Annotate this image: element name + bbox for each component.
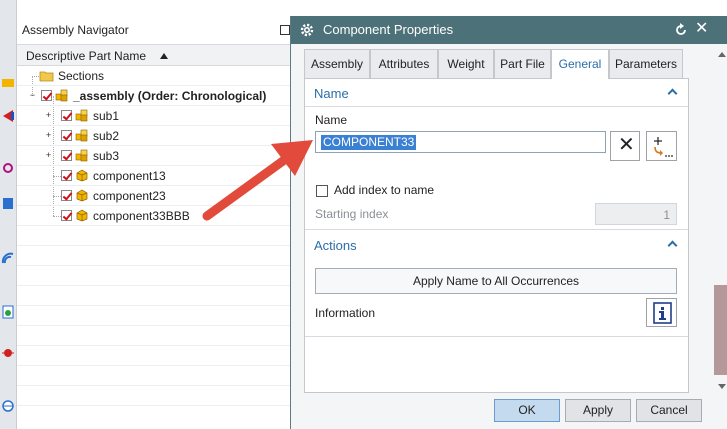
collapse-section-icon[interactable] bbox=[667, 240, 678, 251]
name-input-value: COMPONENT33 bbox=[321, 135, 417, 150]
subassembly-icon bbox=[75, 149, 88, 162]
red-triangle-tool-icon[interactable] bbox=[1, 108, 15, 124]
bug-tool-icon[interactable] bbox=[1, 345, 15, 361]
component-properties-dialog: Component Properties ✕ Assembly Attribut… bbox=[290, 16, 727, 429]
left-toolbar-strip bbox=[0, 0, 17, 429]
navigator-tree: Sections − _assembly (Order: Chronologic… bbox=[17, 66, 295, 406]
annotation-arrow-icon bbox=[202, 140, 313, 221]
name-field-label: Name bbox=[315, 113, 348, 127]
subassembly-icon bbox=[75, 129, 88, 142]
tree-row-empty bbox=[17, 386, 295, 406]
visibility-checkbox[interactable] bbox=[61, 130, 72, 141]
visibility-checkbox[interactable] bbox=[61, 150, 72, 161]
visibility-checkbox[interactable] bbox=[61, 190, 72, 201]
collapse-section-icon[interactable] bbox=[667, 88, 678, 99]
tab-attributes[interactable]: Attributes bbox=[370, 49, 438, 78]
tree-row-assembly[interactable]: − _assembly (Order: Chronological) bbox=[17, 86, 295, 106]
expand-icon[interactable]: + bbox=[45, 111, 52, 120]
visibility-checkbox[interactable] bbox=[41, 90, 52, 101]
name-input[interactable]: COMPONENT33 bbox=[315, 131, 606, 153]
scroll-up-icon[interactable] bbox=[718, 52, 726, 57]
tree-row-label: sub1 bbox=[93, 109, 120, 123]
scroll-down-icon[interactable] bbox=[718, 384, 726, 389]
component-icon bbox=[76, 189, 88, 202]
tree-row-label: sub3 bbox=[93, 149, 120, 163]
blue-block-tool-icon[interactable] bbox=[1, 195, 15, 211]
add-index-label: Add index to name bbox=[334, 183, 435, 197]
tree-row-sections[interactable]: Sections bbox=[17, 66, 295, 86]
tree-row-empty bbox=[17, 246, 295, 266]
clear-x-icon: ✕ bbox=[618, 134, 635, 156]
tree-row-label: component13 bbox=[93, 169, 166, 183]
tab-assembly[interactable]: Assembly bbox=[304, 49, 370, 78]
folder-icon bbox=[39, 71, 54, 82]
dialog-titlebar[interactable]: Component Properties ✕ bbox=[291, 16, 727, 44]
expand-icon[interactable]: + bbox=[45, 151, 52, 160]
tree-row-label: sub2 bbox=[93, 129, 120, 143]
section-divider bbox=[305, 229, 688, 230]
information-button[interactable] bbox=[646, 298, 677, 327]
clear-name-button[interactable]: ✕ bbox=[610, 131, 640, 161]
tree-row-label: component23 bbox=[93, 189, 166, 203]
general-tab-panel: Name Name COMPONENT33 ✕ Add index to nam… bbox=[304, 78, 689, 393]
expand-icon[interactable]: + bbox=[45, 131, 52, 140]
plus-options-icon bbox=[654, 137, 673, 157]
tab-part-file[interactable]: Part File bbox=[494, 49, 551, 78]
info-icon bbox=[653, 302, 672, 324]
page-tool-icon[interactable] bbox=[1, 304, 15, 320]
information-label: Information bbox=[315, 306, 376, 320]
section-divider bbox=[305, 106, 688, 107]
name-section-title: Name bbox=[314, 86, 349, 101]
column-header-label: Descriptive Part Name bbox=[26, 49, 147, 63]
component-icon bbox=[76, 169, 88, 182]
reset-icon[interactable] bbox=[674, 23, 688, 37]
close-icon[interactable]: ✕ bbox=[695, 21, 708, 37]
background-edge bbox=[714, 285, 727, 375]
starting-index-value: 1 bbox=[663, 208, 670, 222]
tree-row-label: Sections bbox=[58, 69, 105, 83]
signal-tool-icon[interactable] bbox=[1, 250, 15, 266]
section-divider bbox=[305, 336, 688, 337]
visibility-checkbox[interactable] bbox=[61, 110, 72, 121]
cancel-button[interactable]: Cancel bbox=[636, 399, 702, 422]
starting-index-label: Starting index bbox=[315, 207, 389, 221]
visibility-checkbox[interactable] bbox=[61, 170, 72, 181]
tab-general[interactable]: General bbox=[551, 49, 609, 79]
navigator-title: Assembly Navigator bbox=[22, 23, 129, 37]
apply-button[interactable]: Apply bbox=[565, 399, 631, 422]
subassembly-icon bbox=[75, 109, 88, 122]
starting-index-input[interactable]: 1 bbox=[595, 203, 677, 225]
ring-tool-icon[interactable] bbox=[1, 160, 15, 176]
tab-weight[interactable]: Weight bbox=[438, 49, 494, 78]
tree-row-empty bbox=[17, 366, 295, 386]
tree-row-sub1[interactable]: + sub1 bbox=[17, 106, 295, 126]
tree-row-empty bbox=[17, 326, 295, 346]
actions-section-title: Actions bbox=[314, 238, 357, 253]
ok-button[interactable]: OK bbox=[494, 399, 560, 422]
apply-name-all-button[interactable]: Apply Name to All Occurrences bbox=[315, 268, 677, 294]
tree-row-empty bbox=[17, 346, 295, 366]
tree-row-empty bbox=[17, 306, 295, 326]
folder-tool-icon[interactable] bbox=[1, 74, 15, 90]
collapse-icon[interactable]: − bbox=[29, 91, 36, 100]
assembly-icon bbox=[55, 89, 68, 102]
actions-section-header[interactable]: Actions bbox=[305, 234, 688, 256]
globe-tool-icon[interactable] bbox=[1, 398, 15, 414]
name-options-button[interactable] bbox=[646, 131, 677, 161]
visibility-checkbox[interactable] bbox=[61, 210, 72, 221]
column-header[interactable]: Descriptive Part Name bbox=[17, 44, 295, 66]
navigator-pin-icon[interactable] bbox=[280, 25, 290, 35]
tree-row-empty bbox=[17, 266, 295, 286]
sort-ascending-icon[interactable] bbox=[160, 53, 168, 59]
name-section-header[interactable]: Name bbox=[305, 82, 688, 104]
component-icon bbox=[76, 209, 88, 222]
tree-row-label: component33BBB bbox=[93, 209, 190, 223]
dialog-title: Component Properties bbox=[323, 22, 454, 37]
tab-parameters[interactable]: Parameters bbox=[609, 49, 683, 78]
gear-icon bbox=[300, 23, 314, 37]
tree-row-empty bbox=[17, 286, 295, 306]
tree-row-label: _assembly (Order: Chronological) bbox=[73, 89, 267, 103]
